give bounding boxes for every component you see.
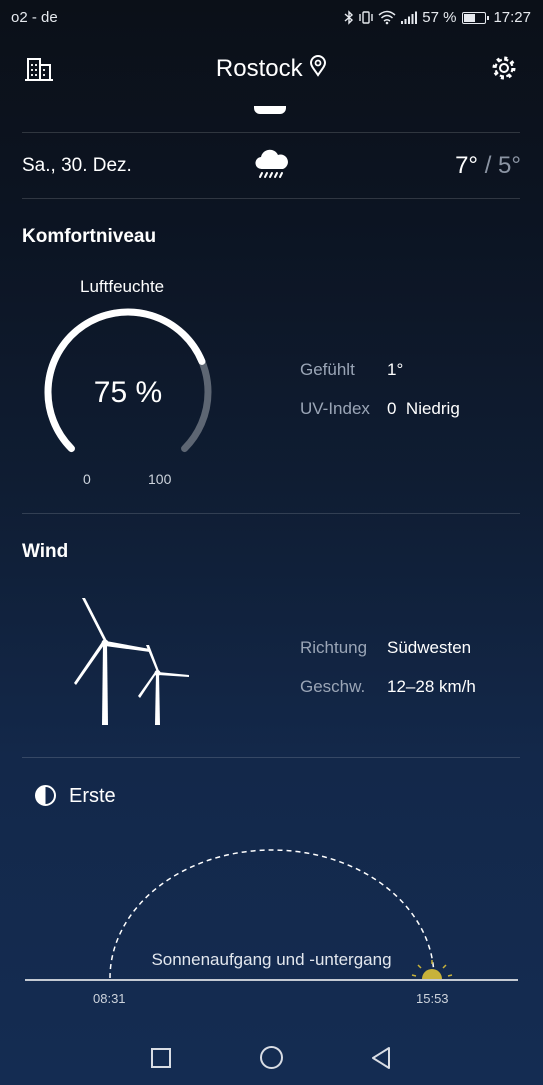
vibrate-icon xyxy=(359,11,373,24)
wind-direction-label: Richtung xyxy=(300,638,368,657)
forecast-temps: 7° / 5° xyxy=(455,152,521,180)
sunrise-time: 08:31 xyxy=(93,991,126,1006)
forecast-low: 5° xyxy=(498,152,521,179)
felt-label: Gefühlt xyxy=(300,360,355,379)
settings-gear-icon[interactable] xyxy=(490,54,518,82)
wind-turbines-icon xyxy=(74,598,189,725)
temp-separator: / xyxy=(484,152,492,179)
humidity-value: 75 % xyxy=(93,376,163,409)
sun-caption-text: Sonnenaufgang und -untergang xyxy=(151,950,392,969)
carrier-label: o2 - de xyxy=(11,9,58,26)
felt-value: 1° xyxy=(387,360,404,379)
half-moon-icon xyxy=(35,785,56,806)
wind-title: Wind xyxy=(22,541,69,562)
forecast-day: Sa., 30. Dez. xyxy=(22,155,132,176)
wind-speed-label: Geschw. xyxy=(300,677,366,696)
wind-speed-value: 12–28 km/h xyxy=(387,677,476,696)
signal-icon xyxy=(401,11,418,24)
status-icons: 57 % 17:27 xyxy=(344,9,531,26)
partial-weather-icon xyxy=(254,106,286,114)
forecast-high: 7° xyxy=(455,152,479,179)
recent-apps-icon[interactable] xyxy=(150,1047,172,1069)
uv-text: Niedrig xyxy=(405,399,460,418)
home-icon[interactable] xyxy=(259,1045,284,1070)
gauge-min-label: 0 xyxy=(83,471,91,487)
uv-value: 0 Niedrig xyxy=(387,399,460,419)
city-header[interactable]: Rostock xyxy=(0,55,543,83)
divider xyxy=(22,198,520,199)
status-bar: o2 - de 57 % 17:27 xyxy=(0,0,543,34)
wifi-icon xyxy=(378,10,396,25)
battery-icon xyxy=(462,11,490,24)
battery-fill xyxy=(464,13,476,22)
uv-number: 0 xyxy=(387,399,397,418)
humidity-label: Luftfeuchte xyxy=(80,277,165,296)
bluetooth-icon xyxy=(344,10,354,25)
moon-phase: Erste xyxy=(69,785,116,807)
back-icon[interactable] xyxy=(370,1046,392,1070)
divider xyxy=(22,132,520,133)
city-name: Rostock xyxy=(215,55,303,82)
divider xyxy=(22,757,520,758)
sun-caption: Sonnenaufgang und -untergang xyxy=(0,950,543,970)
divider xyxy=(22,513,520,514)
battery-percent: 57 % xyxy=(422,9,457,26)
rain-cloud-icon xyxy=(255,149,288,178)
clock: 17:27 xyxy=(493,9,531,26)
uv-label: UV-Index xyxy=(300,399,370,418)
sunset-time: 15:53 xyxy=(416,991,449,1006)
wind-direction-value: Südwesten xyxy=(387,638,472,657)
gauge-max-label: 100 xyxy=(148,471,172,487)
location-pin-icon xyxy=(310,55,327,77)
comfort-title: Komfortniveau xyxy=(22,226,157,247)
